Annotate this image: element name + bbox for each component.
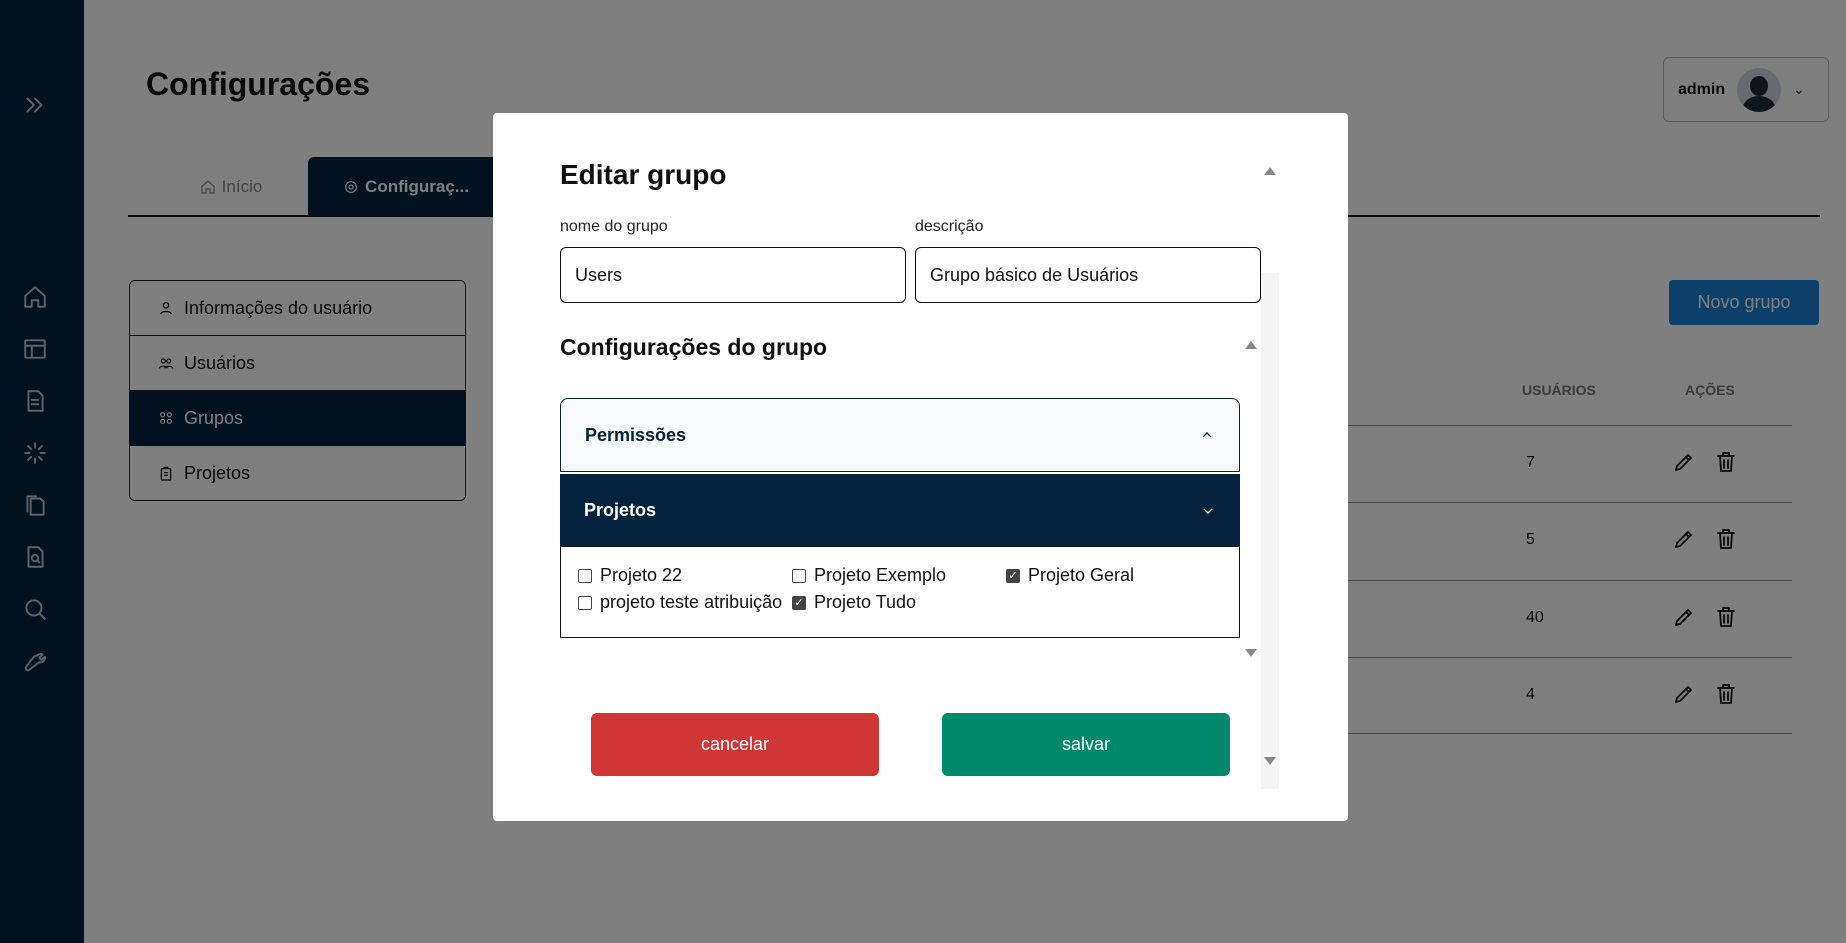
cancel-button[interactable]: cancelar bbox=[591, 713, 879, 776]
project-label: Projeto 22 bbox=[600, 565, 683, 585]
project-label: Projeto Geral bbox=[1028, 565, 1135, 585]
checkbox[interactable]: ✓ bbox=[1006, 568, 1020, 583]
checkbox[interactable] bbox=[578, 595, 592, 610]
save-button[interactable]: salvar bbox=[942, 713, 1230, 776]
modal-scrollbar[interactable] bbox=[1261, 273, 1279, 789]
project-checkbox[interactable]: Projeto 22 bbox=[578, 565, 682, 586]
checkbox[interactable] bbox=[792, 568, 806, 583]
accordion-label: Projetos bbox=[584, 500, 657, 520]
project-checkbox[interactable]: ✓ Projeto Tudo bbox=[792, 592, 916, 613]
modal-title: Editar grupo bbox=[560, 159, 727, 190]
accordion-label: Permissões bbox=[585, 424, 687, 445]
project-label: Projeto Tudo bbox=[814, 592, 917, 612]
project-checkbox[interactable]: projeto teste atribuição bbox=[578, 592, 782, 613]
description-input[interactable] bbox=[915, 247, 1261, 303]
checkbox[interactable] bbox=[578, 568, 592, 583]
accordion-projetos[interactable]: Projetos bbox=[560, 474, 1240, 547]
scroll-up-icon[interactable] bbox=[1264, 167, 1276, 175]
inner-scroll-down-icon[interactable] bbox=[1245, 649, 1257, 657]
project-checkbox[interactable]: ✓ Projeto Geral bbox=[1006, 565, 1134, 586]
description-label: descrição bbox=[915, 218, 984, 235]
group-name-label: nome do grupo bbox=[560, 218, 668, 235]
section-title: Configurações do grupo bbox=[560, 334, 828, 360]
project-label: projeto teste atribuição bbox=[600, 592, 783, 612]
edit-group-modal: Editar grupo nome do grupo descrição Con… bbox=[493, 113, 1348, 821]
chevron-up-icon bbox=[1202, 432, 1212, 438]
group-name-input[interactable] bbox=[560, 247, 906, 303]
accordion-permissoes[interactable]: Permissões bbox=[560, 398, 1240, 472]
checkbox[interactable]: ✓ bbox=[792, 595, 806, 610]
chevron-down-icon bbox=[1203, 508, 1213, 514]
project-label: Projeto Exemplo bbox=[814, 565, 947, 585]
inner-scroll-up-icon[interactable] bbox=[1245, 341, 1257, 349]
scroll-down-icon[interactable] bbox=[1264, 757, 1276, 765]
project-checkbox[interactable]: Projeto Exemplo bbox=[792, 565, 946, 586]
projects-checkbox-list: Projeto 22 Projeto Exemplo ✓ Projeto Ger… bbox=[560, 546, 1240, 638]
